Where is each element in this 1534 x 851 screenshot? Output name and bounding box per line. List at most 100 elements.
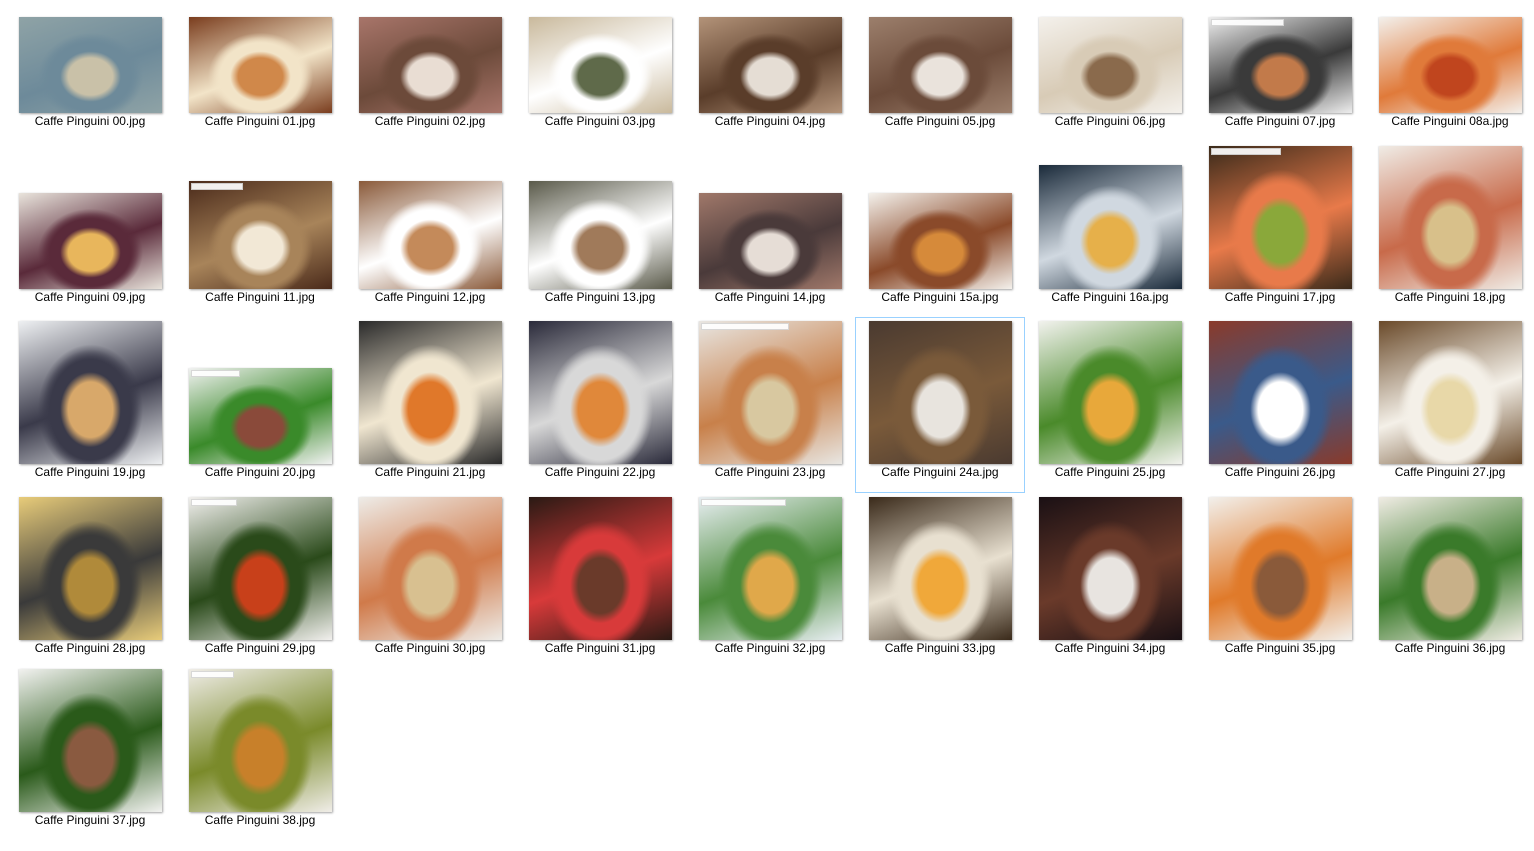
thumbnail-frame — [686, 494, 854, 640]
file-item[interactable]: Caffe Pinguini 38.jpg — [175, 665, 345, 841]
file-name-label: Caffe Pinguini 27.jpg — [1394, 465, 1506, 479]
file-item[interactable]: Caffe Pinguini 37.jpg — [5, 665, 175, 841]
thumbnail-frame — [1366, 494, 1534, 640]
file-item[interactable]: Caffe Pinguini 08a.jpg — [1365, 0, 1534, 142]
file-item[interactable]: Caffe Pinguini 30.jpg — [345, 493, 515, 669]
steak-dinner-thumbnail — [1038, 497, 1182, 640]
pasta-plate-thumbnail — [1038, 165, 1182, 289]
file-name-label: Caffe Pinguini 20.jpg — [204, 465, 316, 479]
file-name-label: Caffe Pinguini 09.jpg — [34, 290, 146, 304]
file-item[interactable]: Caffe Pinguini 23.jpg — [685, 317, 855, 493]
file-name-label: Caffe Pinguini 14.jpg — [714, 290, 826, 304]
file-item[interactable]: Caffe Pinguini 09.jpg — [5, 142, 175, 318]
file-name-label: Caffe Pinguini 36.jpg — [1394, 641, 1506, 655]
steak-plate-thumbnail — [188, 368, 332, 464]
photo-caption-strip — [190, 183, 243, 190]
file-name-label: Caffe Pinguini 37.jpg — [34, 813, 146, 827]
file-item[interactable]: Caffe Pinguini 13.jpg — [515, 142, 685, 318]
thumbnail-frame — [6, 318, 174, 464]
thumbnail-frame — [1026, 318, 1194, 464]
file-name-label: Caffe Pinguini 19.jpg — [34, 465, 146, 479]
thumbnail-frame — [6, 143, 174, 289]
file-name-label: Caffe Pinguini 03.jpg — [544, 114, 656, 128]
file-item[interactable]: Caffe Pinguini 28.jpg — [5, 493, 175, 669]
file-item[interactable]: Caffe Pinguini 22.jpg — [515, 317, 685, 493]
file-item[interactable]: Caffe Pinguini 17.jpg — [1195, 142, 1365, 318]
file-item[interactable]: Caffe Pinguini 24a.jpg — [855, 317, 1025, 493]
file-item[interactable]: Caffe Pinguini 31.jpg — [515, 493, 685, 669]
file-item[interactable]: Caffe Pinguini 07.jpg — [1195, 0, 1365, 142]
file-name-label: Caffe Pinguini 13.jpg — [544, 290, 656, 304]
seafood-pasta-thumbnail — [1378, 146, 1522, 289]
roast-meat-thumbnail — [1208, 497, 1352, 640]
thumbnail-frame — [1196, 318, 1364, 464]
file-item[interactable]: Caffe Pinguini 00.jpg — [5, 0, 175, 142]
thumbnail-frame — [516, 0, 684, 113]
file-item[interactable]: Caffe Pinguini 21.jpg — [345, 317, 515, 493]
thumbnail-frame — [6, 494, 174, 640]
thumbnail-frame — [176, 494, 344, 640]
file-item[interactable]: Caffe Pinguini 20.jpg — [175, 317, 345, 493]
file-item[interactable]: Caffe Pinguini 36.jpg — [1365, 493, 1534, 669]
file-name-label: Caffe Pinguini 22.jpg — [544, 465, 656, 479]
file-item[interactable]: Caffe Pinguini 19.jpg — [5, 317, 175, 493]
thumbnail-frame — [176, 143, 344, 289]
file-name-label: Caffe Pinguini 12.jpg — [374, 290, 486, 304]
shrimp-pasta-thumbnail — [358, 321, 502, 464]
photo-caption-strip — [190, 499, 237, 506]
thumbnail-frame — [346, 494, 514, 640]
file-item[interactable]: Caffe Pinguini 26.jpg — [1195, 317, 1365, 493]
thumbnail-frame — [856, 0, 1024, 113]
file-item[interactable]: Caffe Pinguini 25.jpg — [1025, 317, 1195, 493]
banquet-table-thumbnail — [1208, 321, 1352, 464]
file-name-label: Caffe Pinguini 26.jpg — [1224, 465, 1336, 479]
file-item[interactable]: Caffe Pinguini 01.jpg — [175, 0, 345, 142]
restaurant-collage-thumbnail — [868, 17, 1012, 113]
lamb-chops-thumbnail — [18, 669, 162, 812]
file-name-label: Caffe Pinguini 31.jpg — [544, 641, 656, 655]
pizza-thumbnail — [18, 193, 162, 289]
risotto-plate-thumbnail — [1038, 17, 1182, 113]
bolognese-pasta-thumbnail — [1378, 17, 1522, 113]
tortellini-thumbnail — [18, 497, 162, 640]
file-item[interactable]: Caffe Pinguini 03.jpg — [515, 0, 685, 142]
file-item[interactable]: Caffe Pinguini 12.jpg — [345, 142, 515, 318]
pesto-shrimp-pasta-thumbnail — [1208, 146, 1352, 289]
pasta-plate-thumbnail — [188, 181, 332, 289]
file-item[interactable]: Caffe Pinguini 34.jpg — [1025, 493, 1195, 669]
file-item[interactable]: Caffe Pinguini 32.jpg — [685, 493, 855, 669]
file-name-label: Caffe Pinguini 15a.jpg — [881, 290, 999, 304]
seafood-pasta-thumbnail — [1208, 17, 1352, 113]
file-name-label: Caffe Pinguini 11.jpg — [205, 290, 315, 304]
file-item[interactable]: Caffe Pinguini 35.jpg — [1195, 493, 1365, 669]
file-item[interactable]: Caffe Pinguini 16a.jpg — [1025, 142, 1195, 318]
file-item[interactable]: Caffe Pinguini 05.jpg — [855, 0, 1025, 142]
file-item[interactable]: Caffe Pinguini 02.jpg — [345, 0, 515, 142]
thumbnail-frame — [686, 143, 854, 289]
file-item[interactable]: Caffe Pinguini 04.jpg — [685, 0, 855, 142]
file-item[interactable]: Caffe Pinguini 15a.jpg — [855, 142, 1025, 318]
file-item[interactable]: Caffe Pinguini 27.jpg — [1365, 317, 1534, 493]
file-item[interactable]: Caffe Pinguini 29.jpg — [175, 493, 345, 669]
patio-dining-thumbnail — [528, 181, 672, 289]
file-name-label: Caffe Pinguini 24a.jpg — [881, 465, 999, 479]
file-item[interactable]: Caffe Pinguini 18.jpg — [1365, 142, 1534, 318]
thumbnail-frame — [686, 318, 854, 464]
thumbnail-frame — [346, 143, 514, 289]
file-item[interactable]: Caffe Pinguini 06.jpg — [1025, 0, 1195, 142]
thumbnail-frame — [516, 143, 684, 289]
seafood-pasta-thumbnail — [528, 321, 672, 464]
chicken-vegetables-thumbnail — [1038, 321, 1182, 464]
restaurant-interior-thumbnail — [188, 17, 332, 113]
photo-caption-strip — [700, 499, 786, 506]
file-name-label: Caffe Pinguini 00.jpg — [34, 114, 146, 128]
file-name-label: Caffe Pinguini 33.jpg — [884, 641, 996, 655]
file-name-label: Caffe Pinguini 17.jpg — [1224, 290, 1336, 304]
file-item[interactable]: Caffe Pinguini 33.jpg — [855, 493, 1025, 669]
file-item[interactable]: Caffe Pinguini 11.jpg — [175, 142, 345, 318]
braised-dish-thumbnail — [188, 669, 332, 812]
file-name-label: Caffe Pinguini 29.jpg — [204, 641, 316, 655]
thumbnail-frame — [1196, 494, 1364, 640]
file-item[interactable]: Caffe Pinguini 14.jpg — [685, 142, 855, 318]
chicken-parmigiana-thumbnail — [188, 497, 332, 640]
